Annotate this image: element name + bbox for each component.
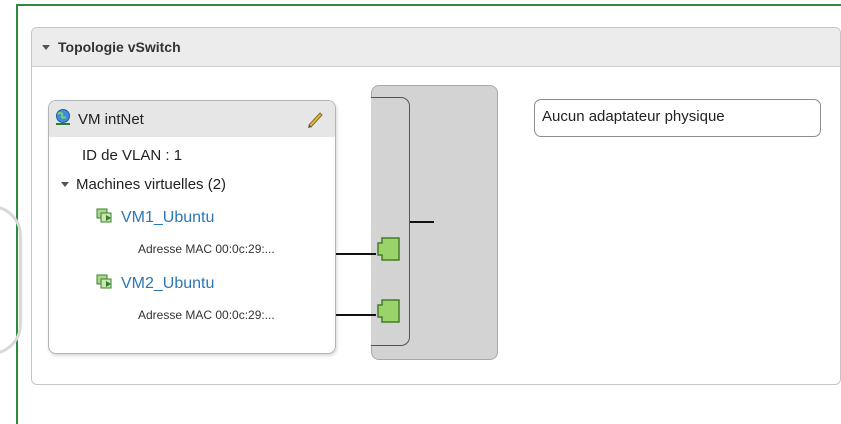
background-decoration (0, 205, 22, 355)
port-group-card[interactable]: VM intNet ID de VLAN : 1 Machines virtue… (48, 100, 336, 354)
vm-connection-line (336, 253, 376, 255)
port-group-header: VM intNet (49, 101, 335, 137)
physical-adapter-box[interactable]: Aucun adaptateur physique (534, 99, 821, 137)
collapse-arrow-icon[interactable] (42, 44, 50, 50)
vm-name-link[interactable]: VM1_Ubuntu (121, 209, 214, 227)
uplink-connection-line (410, 221, 434, 223)
vm-item[interactable]: VM2_Ubuntu (95, 271, 214, 296)
vlan-id-label: ID de VLAN : 1 (82, 147, 183, 164)
panel-header[interactable]: Topologie vSwitch (32, 28, 840, 67)
vm-mac-address: Adresse MAC 00:0c:29:... (138, 242, 275, 256)
nic-port-icon[interactable] (375, 297, 403, 330)
vm-name-link[interactable]: VM2_Ubuntu (121, 275, 214, 293)
expand-arrow-icon[interactable] (61, 182, 69, 187)
pencil-icon[interactable] (305, 109, 325, 134)
vm-item[interactable]: VM1_Ubuntu (95, 205, 214, 230)
vm-icon (95, 271, 115, 296)
vms-header: Machines virtuelles (2) (76, 176, 227, 193)
vm-mac-address: Adresse MAC 00:0c:29:... (138, 308, 275, 322)
vm-connection-line (336, 314, 376, 316)
port-group-name: VM intNet (78, 110, 144, 128)
network-globe-icon (54, 108, 72, 131)
vms-expander[interactable]: Machines virtuelles (2) (61, 176, 226, 193)
vm-icon (95, 205, 115, 230)
nic-port-icon[interactable] (375, 235, 403, 268)
panel-title: Topologie vSwitch (58, 39, 181, 55)
